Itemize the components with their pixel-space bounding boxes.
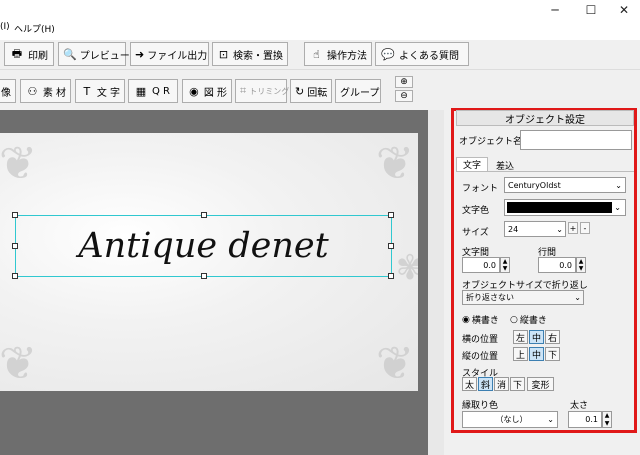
char-spacing-spinner[interactable]: ▲ ▼ — [500, 257, 510, 273]
align-right-button[interactable]: 右 — [545, 330, 560, 344]
line-spacing-input[interactable]: 0.0 — [538, 257, 576, 273]
thickness-input[interactable]: 0.1 — [568, 411, 602, 428]
size-decrease-button[interactable]: - — [580, 222, 590, 234]
thickness-spinner[interactable]: ▲ ▼ — [602, 411, 612, 428]
search-replace-button[interactable]: ⊡ 検索・置換 — [212, 42, 288, 66]
align-bottom-button[interactable]: 下 — [545, 347, 560, 361]
italic-button[interactable]: 斜 — [478, 377, 493, 391]
line-spacing-spinner[interactable]: ▲ ▼ — [576, 257, 586, 273]
menu-item-partial[interactable]: (I) — [0, 22, 10, 32]
transform-button[interactable]: 変形 — [527, 377, 554, 391]
size-increase-button[interactable]: + — [568, 222, 578, 234]
material-icon: ⚇ — [27, 84, 38, 98]
v-pos-label: 縦の位置 — [462, 352, 499, 362]
selection-box[interactable] — [12, 212, 394, 279]
outline-color-select[interactable]: （なし） ⌄ — [462, 411, 558, 428]
strikethrough-button[interactable]: 消 — [494, 377, 509, 391]
color-label: 文字色 — [462, 206, 490, 216]
resize-handle[interactable] — [388, 273, 394, 279]
chevron-down-icon: ⌄ — [556, 224, 563, 234]
ornament-icon: ❦ — [0, 136, 38, 190]
rotate-icon: ↻ — [295, 84, 305, 98]
shape-button[interactable]: ◉ 図 形 — [182, 79, 232, 103]
print-button[interactable]: 🖶 印刷 — [4, 42, 54, 66]
resize-handle[interactable] — [12, 243, 18, 249]
size-select[interactable]: 24 ⌄ — [504, 221, 566, 237]
text-button[interactable]: T文 字 — [75, 79, 125, 103]
preview-button[interactable]: 🔍 プレビュー — [58, 42, 130, 66]
char-spacing-input[interactable]: 0.0 — [462, 257, 500, 273]
tab-divider — [456, 171, 634, 172]
object-name-input[interactable] — [520, 130, 632, 150]
crop-icon: ⌗ — [240, 84, 247, 97]
printer-icon: 🖶 — [11, 46, 23, 60]
group-button[interactable]: グループ — [335, 79, 381, 103]
vertical-scrollbar[interactable] — [428, 110, 444, 455]
object-name-label: オブジェクト名 — [459, 137, 523, 147]
radio-checked-icon: ◉ — [462, 314, 470, 325]
tab-text[interactable]: 文字 — [456, 157, 488, 171]
zoom-in-button[interactable]: ⊕ — [395, 76, 413, 88]
zoom-out-button[interactable]: ⊖ — [395, 90, 413, 102]
h-pos-label: 横の位置 — [462, 335, 499, 345]
hand-pointer-icon: ☝ — [313, 47, 320, 61]
ornament-icon: ❦ — [375, 136, 415, 190]
panel-title: オブジェクト設定 — [456, 110, 634, 126]
menu-help[interactable]: ヘルプ(H) — [14, 22, 55, 35]
text-icon: T — [83, 84, 91, 98]
font-label: フォント — [462, 184, 499, 194]
text-color-select[interactable]: ⌄ — [504, 199, 626, 216]
wrap-select[interactable]: 折り返さない ⌄ — [462, 290, 584, 305]
image-button[interactable]: 像 — [0, 79, 16, 103]
align-middle-button[interactable]: 中 — [529, 347, 544, 361]
file-output-button[interactable]: ➜ ファイル出力 — [130, 42, 209, 66]
vertical-radio[interactable]: ○ 縦書き — [510, 313, 547, 327]
export-icon: ➜ — [135, 47, 145, 61]
resize-handle[interactable] — [388, 212, 394, 218]
color-swatch — [507, 202, 612, 213]
resize-handle[interactable] — [201, 273, 207, 279]
howto-button[interactable]: ☝ 操作方法 — [304, 42, 372, 66]
trim-button[interactable]: ⌗ トリミング — [235, 79, 289, 103]
radio-unchecked-icon: ○ — [510, 314, 518, 325]
thickness-label: 太さ — [570, 401, 589, 411]
resize-handle[interactable] — [12, 273, 18, 279]
zoom-in-icon: ⊕ — [400, 77, 408, 87]
tab-insert[interactable]: 差込 — [489, 158, 521, 172]
chevron-down-icon: ⌄ — [614, 203, 621, 212]
chevron-down-icon: ⌄ — [615, 180, 622, 190]
magnifier-icon: 🔍 — [63, 47, 77, 61]
underline-button[interactable]: 下 — [510, 377, 525, 391]
close-button[interactable]: ✕ — [604, 0, 640, 20]
font-select[interactable]: CenturyOldst ⌄ — [504, 177, 626, 193]
faq-button[interactable]: 💬 よくある質問 — [375, 42, 469, 66]
shape-icon: ◉ — [189, 84, 199, 98]
chevron-down-icon: ⌄ — [547, 415, 554, 424]
ornament-icon: ❦ — [0, 336, 38, 390]
ornament-icon: ❦ — [375, 336, 415, 390]
rotate-button[interactable]: ↻ 回転 — [290, 79, 332, 103]
qr-button[interactable]: ▦ Q R — [128, 79, 178, 103]
align-left-button[interactable]: 左 — [513, 330, 528, 344]
minimize-button[interactable]: ─ — [535, 0, 575, 20]
qa-bubble-icon: 💬 — [381, 47, 395, 61]
qr-code-icon: ▦ — [135, 84, 147, 98]
bold-button[interactable]: 太 — [462, 377, 477, 391]
horizontal-radio[interactable]: ◉ 横書き — [462, 313, 499, 327]
material-button[interactable]: ⚇ 素 材 — [20, 79, 71, 103]
chevron-down-icon: ⌄ — [574, 293, 581, 302]
resize-handle[interactable] — [388, 243, 394, 249]
resize-handle[interactable] — [201, 212, 207, 218]
size-label: サイズ — [462, 228, 489, 238]
search-icon: ⊡ — [218, 47, 229, 61]
align-top-button[interactable]: 上 — [513, 347, 528, 361]
align-center-button[interactable]: 中 — [529, 330, 544, 344]
resize-handle[interactable] — [12, 212, 18, 218]
outline-label: 縁取り色 — [462, 401, 499, 411]
zoom-out-icon: ⊖ — [400, 91, 408, 101]
